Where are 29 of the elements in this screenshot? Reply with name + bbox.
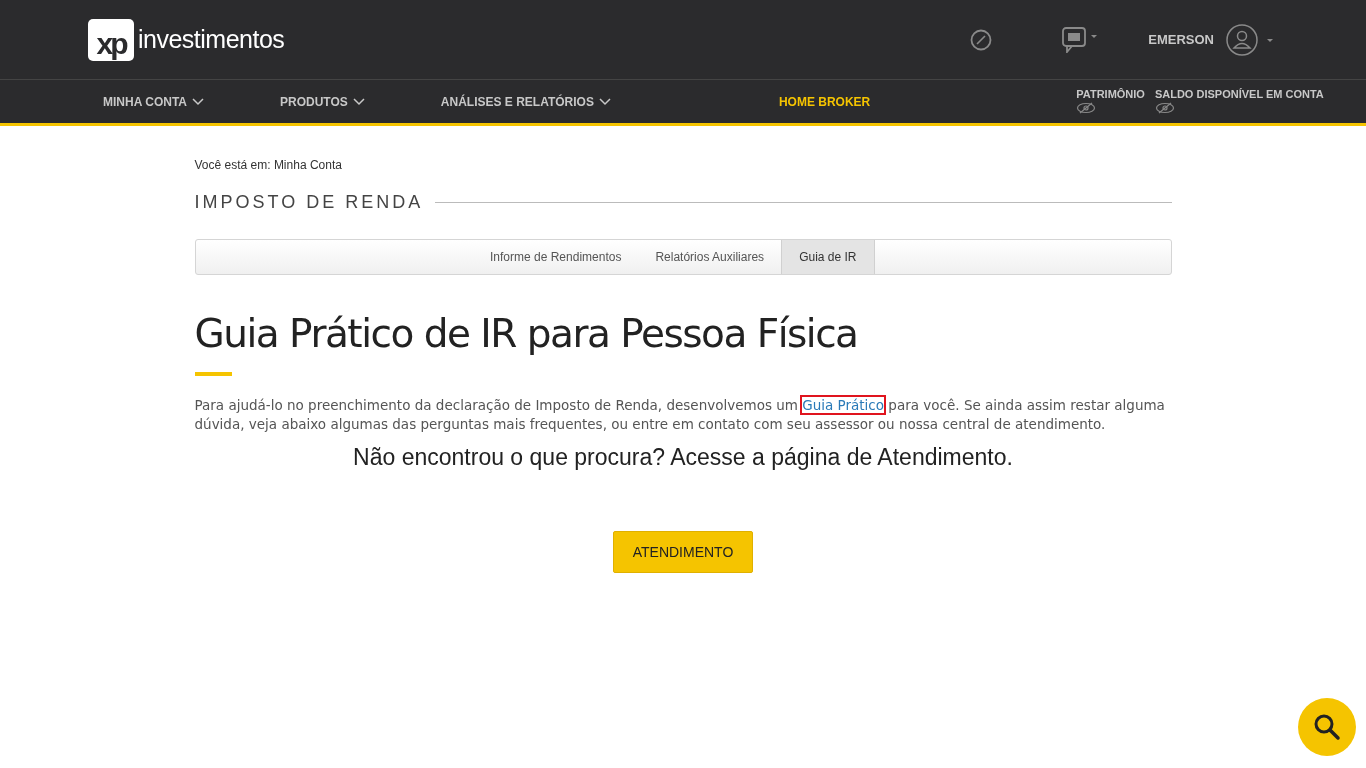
tab[interactable]: Relatórios Auxiliares (638, 240, 782, 274)
tab[interactable]: Informe de Rendimentos (473, 240, 639, 274)
balance-label: PATRIMÔNIO (1076, 88, 1145, 100)
section-title: IMPOSTO DE RENDA (194, 192, 424, 213)
chevron-down-icon (598, 97, 611, 106)
chevron-down-icon (352, 97, 365, 106)
user-name[interactable]: EMERSON (1148, 32, 1214, 47)
nav-menu-item[interactable]: MINHA CONTA (103, 94, 204, 109)
guide-link[interactable]: Guia Prático (802, 397, 885, 413)
page-heading: Guia Prático de IR para Pessoa Física (194, 311, 859, 356)
nav-menu-item[interactable]: PRODUTOS (280, 94, 365, 109)
xp-logo[interactable]: xp investimentos (88, 18, 285, 61)
tab[interactable]: Guia de IR (781, 240, 875, 274)
support-button[interactable]: ATENDIMENTO (613, 531, 753, 573)
chat-icon[interactable] (1062, 26, 1099, 53)
accent-bar (194, 372, 232, 376)
home-broker-link[interactable]: HOME BROKER (778, 94, 871, 109)
compass-icon[interactable] (970, 28, 993, 51)
intro-paragraph: Para ajudá-lo no preenchimento da declaração de Imposto de Renda, desenvolvemos um Guia Prático para você. Se ainda assim restar alguma dúvida, veja abaixo algumas das perguntas mais frequentes, ou entre em contato com seu assessor ou nossa central de atendimento. (194, 396, 1166, 434)
search-button[interactable] (1298, 698, 1356, 756)
nav-menu-item[interactable]: ANÁLISES E RELATÓRIOS (440, 94, 611, 109)
balance-label: SALDO DISPONÍVEL EM CONTA (1154, 88, 1324, 100)
hidden-eye-icon[interactable] (1154, 102, 1175, 114)
chevron-down-icon (192, 97, 204, 106)
search-icon (1313, 713, 1341, 741)
avatar-icon[interactable] (1226, 23, 1276, 56)
help-text: Não encontrou o que procura? Acesse a página de Atendimento. (352, 444, 1014, 471)
breadcrumb: Você está em: Minha Conta (194, 158, 343, 172)
hidden-eye-icon[interactable] (1076, 102, 1097, 114)
